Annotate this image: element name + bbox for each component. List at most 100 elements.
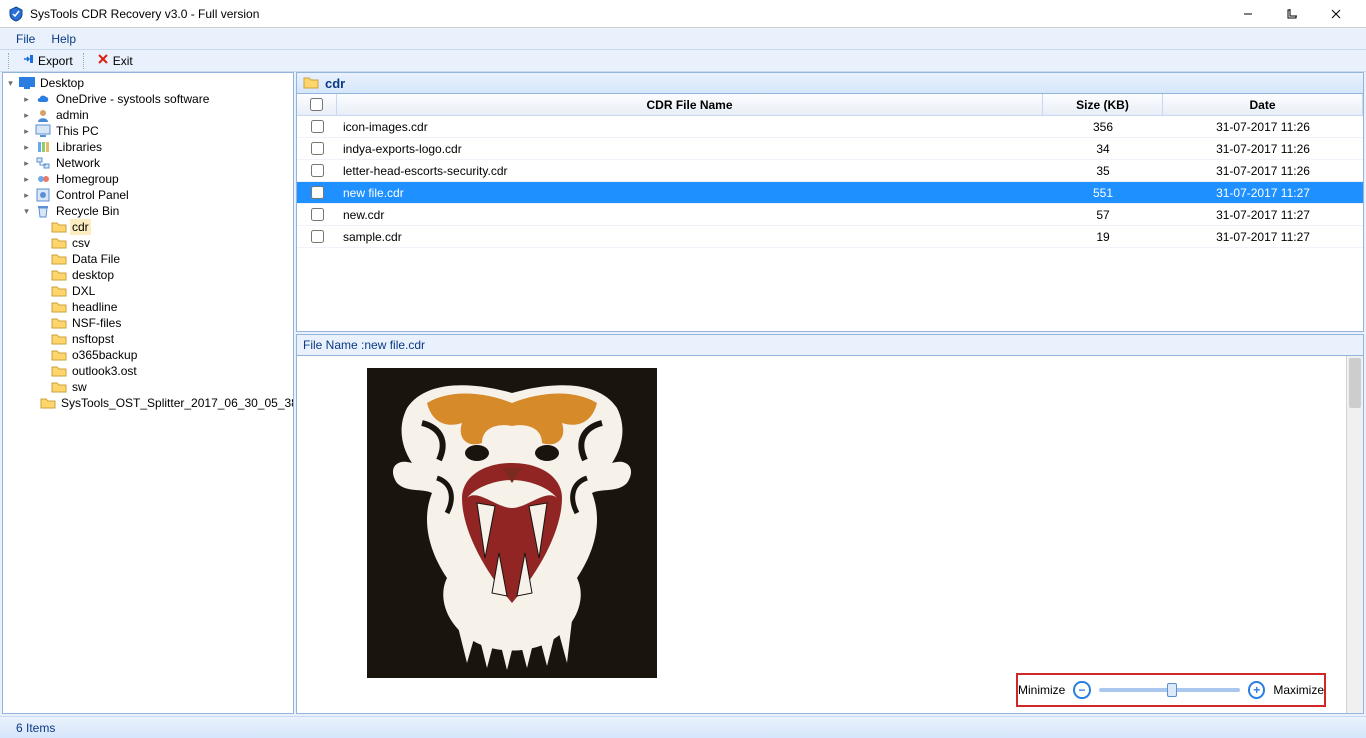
column-checkbox[interactable] — [297, 94, 337, 115]
table-row[interactable]: sample.cdr1931-07-2017 11:27 — [297, 226, 1363, 248]
row-size: 551 — [1043, 186, 1163, 200]
exit-icon — [97, 53, 109, 68]
tree-item-icon — [35, 123, 51, 139]
tree-item-label: Homegroup — [54, 171, 121, 187]
tree-item[interactable]: ▸This PC — [21, 123, 293, 139]
collapse-icon[interactable]: ▾ — [21, 206, 32, 217]
row-checkbox[interactable] — [311, 230, 324, 243]
zoom-slider-thumb[interactable] — [1167, 683, 1177, 697]
expand-icon[interactable]: ▸ — [21, 142, 32, 153]
tree-folder[interactable]: sw — [37, 379, 293, 395]
tree-folder[interactable]: outlook3.ost — [37, 363, 293, 379]
row-checkbox-cell — [297, 164, 337, 177]
folder-icon — [51, 315, 67, 331]
row-checkbox[interactable] — [311, 120, 324, 133]
tree-folder-label: o365backup — [70, 347, 139, 363]
expand-icon[interactable]: ▸ — [21, 190, 32, 201]
folder-icon — [51, 331, 67, 347]
tree-folder[interactable]: headline — [37, 299, 293, 315]
tree-recycle-bin[interactable]: ▾ Recycle Bin — [21, 203, 293, 219]
tree-item[interactable]: ▸admin — [21, 107, 293, 123]
recycle-bin-icon — [35, 203, 51, 219]
tree-item[interactable]: ▸ Control Panel — [21, 187, 293, 203]
exit-button[interactable]: Exit — [91, 53, 139, 68]
tree-item-label: Control Panel — [54, 187, 131, 203]
menu-help[interactable]: Help — [43, 30, 84, 48]
tree-folder[interactable]: nsftopst — [37, 331, 293, 347]
preview-canvas: Minimize − + Maximize — [297, 356, 1346, 713]
table-row[interactable]: indya-exports-logo.cdr3431-07-2017 11:26 — [297, 138, 1363, 160]
zoom-out-button[interactable]: − — [1073, 681, 1090, 699]
desktop-icon — [19, 75, 35, 91]
tree-folder[interactable]: DXL — [37, 283, 293, 299]
column-name[interactable]: CDR File Name — [337, 94, 1043, 115]
expand-icon[interactable]: ▸ — [21, 174, 32, 185]
preview-header: File Name : new file.cdr — [296, 334, 1364, 356]
tree-item-icon — [35, 155, 51, 171]
table-row[interactable]: letter-head-escorts-security.cdr3531-07-… — [297, 160, 1363, 182]
row-checkbox-cell — [297, 230, 337, 243]
folder-icon — [51, 347, 67, 363]
zoom-in-button[interactable]: + — [1248, 681, 1265, 699]
export-icon — [22, 53, 34, 68]
tree-item-label: Network — [54, 155, 102, 171]
row-size: 356 — [1043, 120, 1163, 134]
file-list-header: CDR File Name Size (KB) Date — [297, 94, 1363, 116]
tree-folder[interactable]: SysTools_OST_Splitter_2017_06_30_05_38_3… — [37, 395, 293, 411]
preview-label-prefix: File Name : — [303, 338, 364, 352]
tree-item[interactable]: ▸ Homegroup — [21, 171, 293, 187]
tree-item-icon — [35, 171, 51, 187]
tree-item[interactable]: ▸ OneDrive - systools software — [21, 91, 293, 107]
row-checkbox[interactable] — [311, 208, 324, 221]
preview-image — [367, 368, 657, 678]
row-name: indya-exports-logo.cdr — [337, 142, 1043, 156]
collapse-icon[interactable]: ▾ — [5, 78, 16, 89]
maximize-button[interactable] — [1270, 0, 1314, 28]
tree-folder[interactable]: o365backup — [37, 347, 293, 363]
folder-name: cdr — [325, 76, 345, 91]
row-date: 31-07-2017 11:27 — [1163, 230, 1363, 244]
tree-root[interactable]: ▾ Desktop — [5, 75, 293, 91]
tree-folder[interactable]: NSF-files — [37, 315, 293, 331]
scrollbar-thumb[interactable] — [1349, 358, 1361, 408]
folder-icon — [303, 75, 319, 91]
expand-icon[interactable]: ▸ — [21, 110, 32, 121]
close-button[interactable] — [1314, 0, 1358, 28]
menu-file[interactable]: File — [8, 30, 43, 48]
tree-folder-label: cdr — [70, 219, 91, 235]
row-checkbox[interactable] — [311, 142, 324, 155]
tree-folder[interactable]: desktop — [37, 267, 293, 283]
file-list-body: icon-images.cdr35631-07-2017 11:26indya-… — [297, 116, 1363, 331]
toolbar: Export Exit — [0, 50, 1366, 72]
tree-folder[interactable]: cdr — [37, 219, 293, 235]
row-checkbox-cell — [297, 208, 337, 221]
status-bar: 6 Items — [0, 716, 1366, 738]
export-label: Export — [38, 54, 73, 68]
expand-icon[interactable]: ▸ — [21, 158, 32, 169]
folder-tree[interactable]: ▾ Desktop ▸OneDrive - systools software▸… — [2, 72, 294, 714]
export-button[interactable]: Export — [16, 53, 79, 68]
tree-item-label: OneDrive - systools software — [54, 91, 211, 107]
table-row[interactable]: icon-images.cdr35631-07-2017 11:26 — [297, 116, 1363, 138]
menu-bar: File Help — [0, 28, 1366, 50]
zoom-slider[interactable] — [1099, 688, 1241, 692]
expand-icon[interactable]: ▸ — [21, 94, 32, 105]
tree-item[interactable]: ▸ Network — [21, 155, 293, 171]
zoom-max-label: Maximize — [1273, 683, 1324, 697]
row-checkbox[interactable] — [311, 164, 324, 177]
row-checkbox[interactable] — [311, 186, 324, 199]
tree-folder-label: csv — [70, 235, 92, 251]
table-row[interactable]: new file.cdr55131-07-2017 11:27 — [297, 182, 1363, 204]
table-row[interactable]: new.cdr5731-07-2017 11:27 — [297, 204, 1363, 226]
folder-icon — [51, 283, 67, 299]
select-all-checkbox[interactable] — [310, 98, 323, 111]
column-date[interactable]: Date — [1163, 94, 1363, 115]
tree-folder[interactable]: Data File — [37, 251, 293, 267]
minimize-button[interactable] — [1226, 0, 1270, 28]
tree-item[interactable]: ▸Libraries — [21, 139, 293, 155]
tree-folder[interactable]: csv — [37, 235, 293, 251]
toolbar-grip — [8, 53, 12, 69]
preview-scrollbar[interactable] — [1346, 356, 1363, 713]
column-size[interactable]: Size (KB) — [1043, 94, 1163, 115]
expand-icon[interactable]: ▸ — [21, 126, 32, 137]
